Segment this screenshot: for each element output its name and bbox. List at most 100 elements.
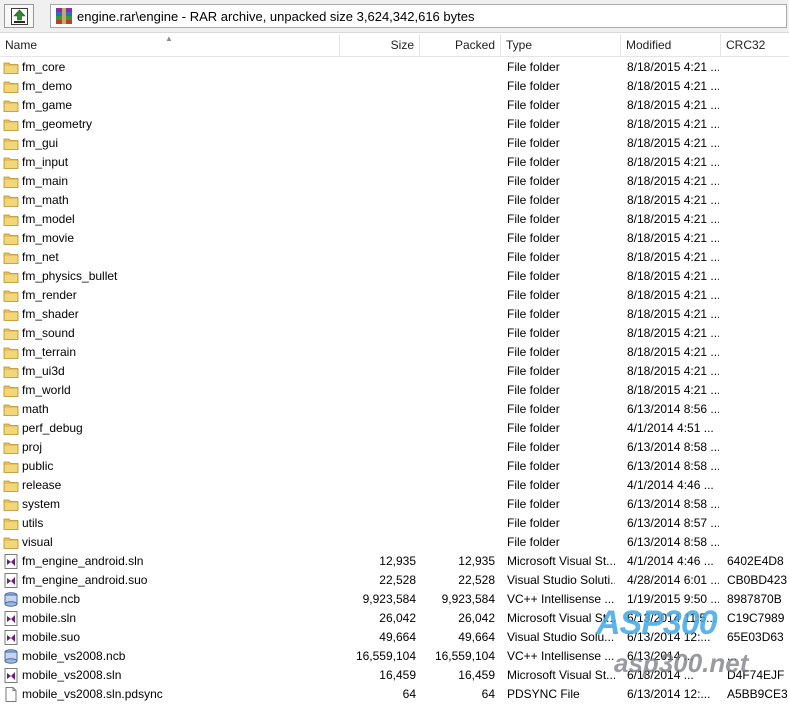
file-row[interactable]: math File folder 6/13/2014 8:56 ... (0, 400, 789, 419)
column-header-size[interactable]: Size (340, 34, 420, 56)
file-size (340, 343, 416, 362)
file-name: proj (22, 440, 43, 454)
file-name: fm_terrain (22, 345, 77, 359)
file-crc32 (727, 210, 789, 229)
file-row[interactable]: mobile_vs2008.ncb 16,559,104 16,559,104 VC+… (0, 647, 789, 666)
file-modified: 8/18/2015 4:21 ... (627, 269, 719, 283)
column-header-type[interactable]: Type (501, 34, 621, 56)
file-row[interactable]: mobile_vs2008.sln 16,459 16,459 Microsoft V… (0, 666, 789, 685)
file-row[interactable]: fm_input File folder 8/18/2015 4:21 ... (0, 153, 789, 172)
file-type: File folder (507, 79, 560, 93)
column-size-label: Size (390, 38, 414, 52)
file-row[interactable]: fm_ui3d File folder 8/18/2015 4:21 ... (0, 362, 789, 381)
file-modified: 6/13/2014 8:58 ... (627, 535, 719, 549)
file-packed: 9,923,584 (441, 592, 495, 606)
file-name: fm_input (22, 155, 69, 169)
file-row[interactable]: fm_game File folder 8/18/2015 4:21 ... (0, 96, 789, 115)
file-type: File folder (507, 345, 560, 359)
file-crc32 (727, 96, 789, 115)
file-row[interactable]: visual File folder 6/13/2014 8:58 ... (0, 533, 789, 552)
file-row[interactable]: fm_geometry File folder 8/18/2015 4:21 ... (0, 115, 789, 134)
file-crc32 (727, 324, 789, 343)
file-row[interactable]: fm_gui File folder 8/18/2015 4:21 ... (0, 134, 789, 153)
file-name: fm_game (22, 98, 73, 112)
file-packed: 49,664 (458, 630, 495, 644)
file-row[interactable]: fm_movie File folder 8/18/2015 4:21 ... (0, 229, 789, 248)
toolbar: engine.rar\engine - RAR archive, unpacke… (0, 0, 789, 33)
file-type: File folder (507, 288, 560, 302)
file-row[interactable]: fm_model File folder 8/18/2015 4:21 ... (0, 210, 789, 229)
file-packed (420, 419, 495, 438)
file-packed (420, 400, 495, 419)
file-size: 9,923,584 (362, 592, 416, 606)
file-size: 49,664 (379, 630, 416, 644)
column-modified-label: Modified (626, 38, 672, 52)
file-row[interactable]: fm_render File folder 8/18/2015 4:21 ... (0, 286, 789, 305)
file-row[interactable]: fm_main File folder 8/18/2015 4:21 ... (0, 172, 789, 191)
file-name: fm_physics_bullet (22, 269, 118, 283)
file-row[interactable]: utils File folder 6/13/2014 8:57 ... (0, 514, 789, 533)
generic-file-icon (3, 687, 19, 702)
file-size (340, 267, 416, 286)
file-row[interactable]: fm_engine_android.sln 12,935 12,935 Microso… (0, 552, 789, 571)
file-size: 64 (402, 687, 416, 701)
file-name: fm_net (22, 250, 59, 264)
file-row[interactable]: public File folder 6/13/2014 8:58 ... (0, 457, 789, 476)
up-one-level-button[interactable] (4, 4, 34, 28)
file-row[interactable]: system File folder 6/13/2014 8:58 ... (0, 495, 789, 514)
file-type: File folder (507, 307, 560, 321)
intellisense-db-icon (3, 592, 19, 607)
file-modified: 8/18/2015 4:21 ... (627, 345, 719, 359)
file-row[interactable]: perf_debug File folder 4/1/2014 4:51 ... (0, 419, 789, 438)
file-packed (420, 96, 495, 115)
column-header-crc32[interactable]: CRC32 (721, 34, 789, 56)
file-crc32 (727, 362, 789, 381)
file-size (340, 286, 416, 305)
file-row[interactable]: fm_engine_android.suo 22,528 22,528 Visual … (0, 571, 789, 590)
file-size (340, 305, 416, 324)
file-packed (420, 210, 495, 229)
file-row[interactable]: proj File folder 6/13/2014 8:58 ... (0, 438, 789, 457)
file-row[interactable]: mobile.ncb 9,923,584 9,923,584 VC++ Intelli… (0, 590, 789, 609)
file-packed (420, 324, 495, 343)
column-header-modified[interactable]: Modified (621, 34, 721, 56)
file-row[interactable]: mobile.suo 49,664 49,664 Visual Studio Solu… (0, 628, 789, 647)
file-type: File folder (507, 516, 560, 530)
file-crc32 (727, 400, 789, 419)
file-modified: 8/18/2015 4:21 ... (627, 155, 719, 169)
folder-icon (3, 345, 19, 360)
file-name: mobile.ncb (22, 592, 81, 606)
file-modified: 8/18/2015 4:21 ... (627, 288, 719, 302)
file-row[interactable]: fm_net File folder 8/18/2015 4:21 ... (0, 248, 789, 267)
file-row[interactable]: mobile_vs2008.sln.pdsync 64 64 PDSYNC File 6… (0, 685, 789, 704)
file-row[interactable]: fm_shader File folder 8/18/2015 4:21 ... (0, 305, 789, 324)
file-crc32 (727, 153, 789, 172)
file-crc32: D4F74EJF (727, 668, 785, 682)
file-modified: 8/18/2015 4:21 ... (627, 250, 719, 264)
up-folder-icon (11, 8, 28, 25)
file-size: 22,528 (379, 573, 416, 587)
file-row[interactable]: fm_world File folder 8/18/2015 4:21 ... (0, 381, 789, 400)
file-row[interactable]: fm_physics_bullet File folder 8/18/2015 4:… (0, 267, 789, 286)
address-bar[interactable]: engine.rar\engine - RAR archive, unpacke… (50, 4, 787, 28)
file-row[interactable]: fm_sound File folder 8/18/2015 4:21 ... (0, 324, 789, 343)
column-header-packed[interactable]: Packed (420, 34, 501, 56)
file-row[interactable]: fm_math File folder 8/18/2015 4:21 ... (0, 191, 789, 210)
file-row[interactable]: fm_terrain File folder 8/18/2015 4:21 ... (0, 343, 789, 362)
file-packed: 12,935 (458, 554, 495, 568)
file-row[interactable]: fm_core File folder 8/18/2015 4:21 ... (0, 58, 789, 77)
folder-icon (3, 136, 19, 151)
file-modified: 6/13/2014 12:... (627, 630, 711, 644)
file-row[interactable]: fm_demo File folder 8/18/2015 4:21 ... (0, 77, 789, 96)
file-row[interactable]: release File folder 4/1/2014 4:46 ... (0, 476, 789, 495)
file-type: File folder (507, 535, 560, 549)
file-name: fm_engine_android.sln (22, 554, 144, 568)
file-packed (420, 457, 495, 476)
file-row[interactable]: mobile.sln 26,042 26,042 Microsoft Visual S… (0, 609, 789, 628)
folder-icon (3, 440, 19, 455)
folder-icon (3, 516, 19, 531)
file-name: mobile_vs2008.sln.pdsync (22, 687, 163, 701)
folder-icon (3, 402, 19, 417)
file-size (340, 153, 416, 172)
file-modified: 8/18/2015 4:21 ... (627, 383, 719, 397)
